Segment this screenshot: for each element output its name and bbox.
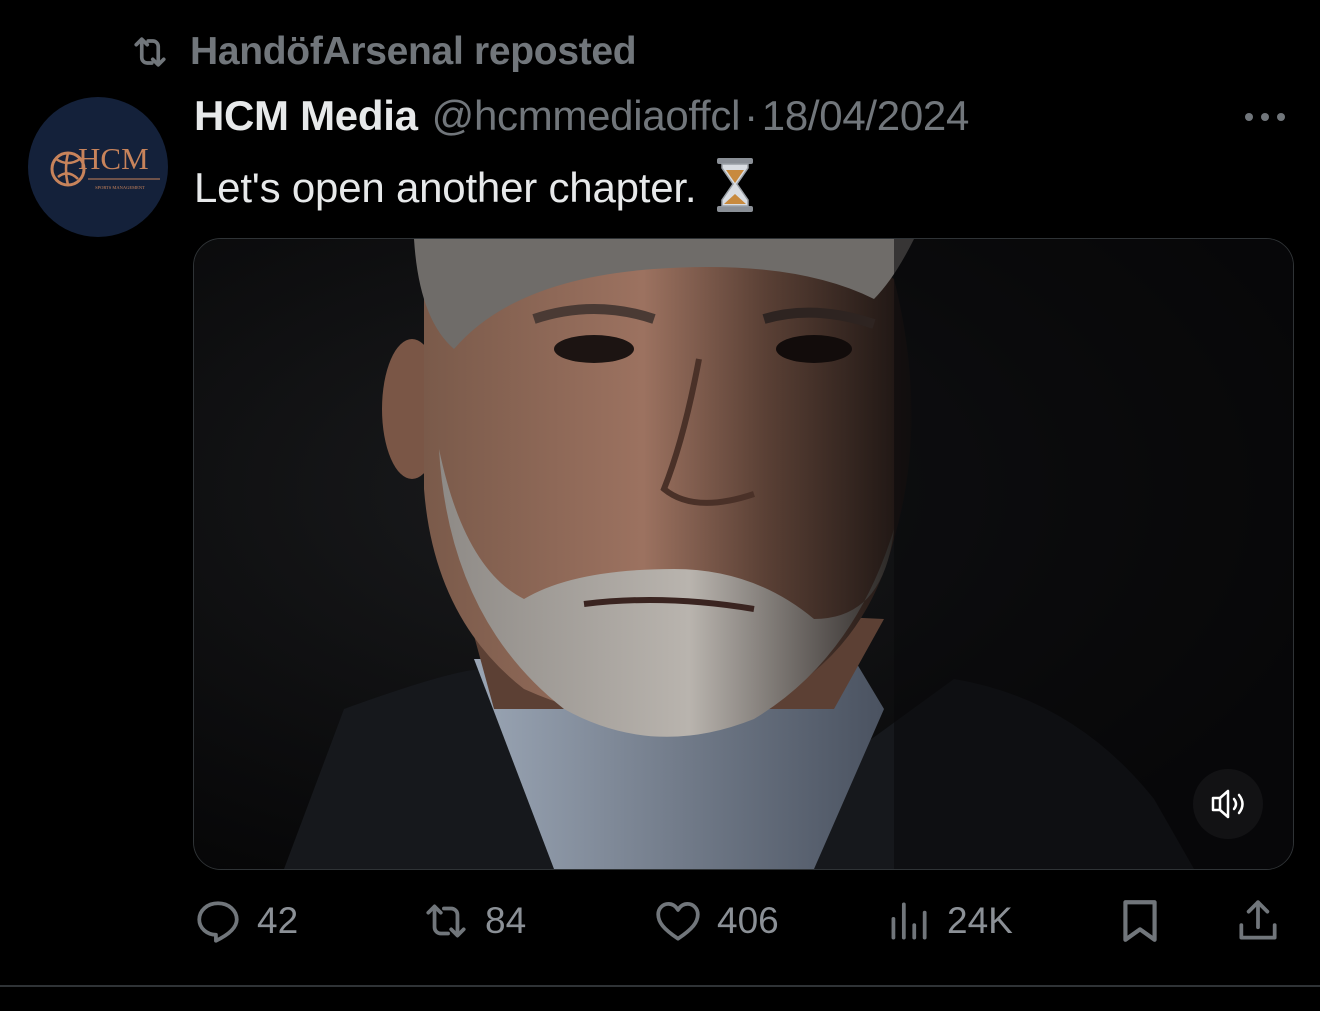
like-button[interactable]: 406	[653, 888, 779, 954]
avatar-brand-text: HCM	[78, 141, 149, 176]
tweet-date[interactable]: 18/04/2024	[762, 92, 970, 140]
video-thumbnail	[194, 239, 1293, 869]
header-separator: ·	[744, 92, 758, 139]
repost-icon	[128, 30, 172, 74]
author-display-name[interactable]: HCM Media	[194, 92, 418, 140]
reply-icon	[197, 901, 239, 943]
video-player[interactable]	[193, 238, 1294, 870]
tweet-text: Let's open another chapter.	[194, 156, 756, 214]
author-handle[interactable]: @hcmmediaoffcl	[432, 92, 741, 140]
tweet-body: Let's open another chapter.	[194, 164, 697, 211]
share-icon	[1239, 900, 1277, 940]
bookmark-icon	[1123, 900, 1157, 942]
svg-text:SPORTS MANAGEMENT: SPORTS MANAGEMENT	[95, 185, 145, 190]
share-button[interactable]	[1233, 888, 1283, 954]
like-count: 406	[717, 900, 779, 941]
reply-count: 42	[257, 900, 299, 941]
repost-indicator[interactable]: HandöfArsenal reposted	[128, 28, 637, 76]
bookmark-button[interactable]	[1115, 888, 1165, 954]
heart-icon	[656, 902, 700, 941]
repost-label: HandöfArsenal reposted	[190, 30, 637, 73]
tweet-header: HCM Media @hcmmediaoffcl · 18/04/2024	[194, 92, 969, 144]
avatar[interactable]: SPORTS MANAGEMENT HCM	[28, 97, 168, 237]
mute-button[interactable]	[1193, 769, 1263, 839]
reply-button[interactable]: 42	[193, 888, 298, 954]
repost-button[interactable]: 84	[421, 888, 526, 954]
analytics-icon	[891, 902, 927, 940]
speaker-muted-icon	[1211, 789, 1244, 819]
views-count: 24K	[947, 900, 1013, 941]
repost-count: 84	[485, 900, 527, 941]
more-options-icon[interactable]	[1240, 104, 1290, 130]
tweet-actions: 42 84 406 24K	[193, 888, 1293, 954]
repost-action-icon	[426, 904, 466, 938]
views-button[interactable]: 24K	[883, 888, 1013, 954]
hourglass-icon	[714, 156, 756, 214]
tweet-divider	[0, 985, 1320, 987]
